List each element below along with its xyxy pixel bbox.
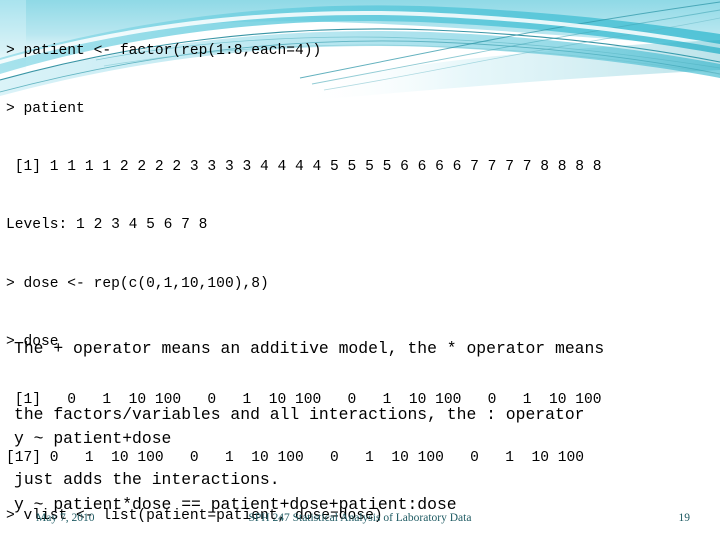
- footer-page-number: 19: [678, 512, 691, 524]
- paragraph-line: The + operator means an additive model, …: [14, 339, 605, 359]
- console-line: > patient: [6, 101, 85, 118]
- console-line: [1] 1 1 1 1 2 2 2 2 3 3 3 3 4 4 4 4 5 5 …: [6, 159, 602, 176]
- slide: > patient <- factor(rep(1:8,each=4)) > p…: [0, 0, 720, 540]
- console-line: > dose <- rep(c(0,1,10,100),8): [6, 275, 269, 292]
- footer-course-title: SPH 247 Statistical Analysis of Laborato…: [248, 512, 472, 524]
- formula-line: y ~ patient+dose: [14, 429, 172, 449]
- console-line: > patient <- factor(rep(1:8,each=4)): [6, 42, 322, 59]
- slide-footer: May 7, 2010 SPH 247 Statistical Analysis…: [0, 512, 720, 534]
- console-line: Levels: 1 2 3 4 5 6 7 8: [6, 217, 208, 234]
